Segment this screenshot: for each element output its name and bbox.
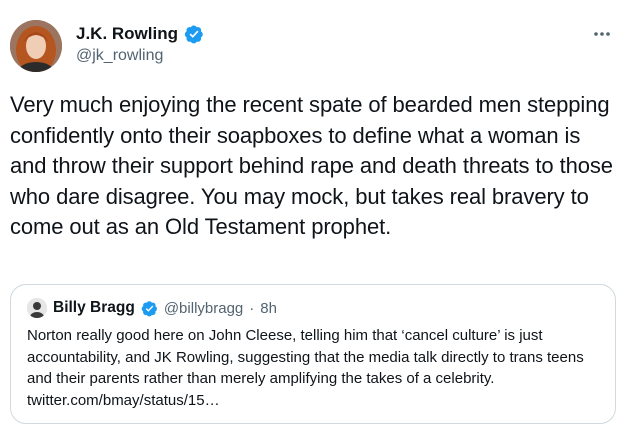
tweet-text: Very much enjoying the recent spate of b… bbox=[10, 92, 613, 239]
author-name-row: J.K. Rowling bbox=[76, 22, 204, 46]
quoted-author-name[interactable]: Billy Bragg bbox=[53, 299, 135, 317]
quoted-tweet-text: Norton really good here on John Cleese, … bbox=[27, 327, 584, 409]
author-block: J.K. Rowling @jk_rowling bbox=[76, 22, 204, 65]
quoted-tweet-header: Billy Bragg @billybragg · 8h bbox=[27, 297, 277, 319]
author-avatar[interactable] bbox=[10, 20, 62, 72]
quoted-author-avatar[interactable] bbox=[27, 298, 47, 318]
quoted-tweet[interactable]: Billy Bragg @billybragg · 8h Norton real… bbox=[10, 284, 616, 424]
quoted-separator: · bbox=[249, 299, 255, 317]
tweet-card: J.K. Rowling @jk_rowling Very much enjoy… bbox=[0, 0, 634, 433]
quoted-author-handle[interactable]: @billybragg bbox=[164, 300, 243, 317]
quoted-verified-badge-icon bbox=[141, 300, 158, 317]
more-horizontal-icon[interactable] bbox=[592, 24, 612, 44]
author-handle[interactable]: @jk_rowling bbox=[76, 47, 204, 65]
verified-badge-icon bbox=[184, 24, 204, 44]
quoted-timestamp[interactable]: 8h bbox=[260, 300, 277, 317]
author-display-name[interactable]: J.K. Rowling bbox=[76, 24, 178, 44]
